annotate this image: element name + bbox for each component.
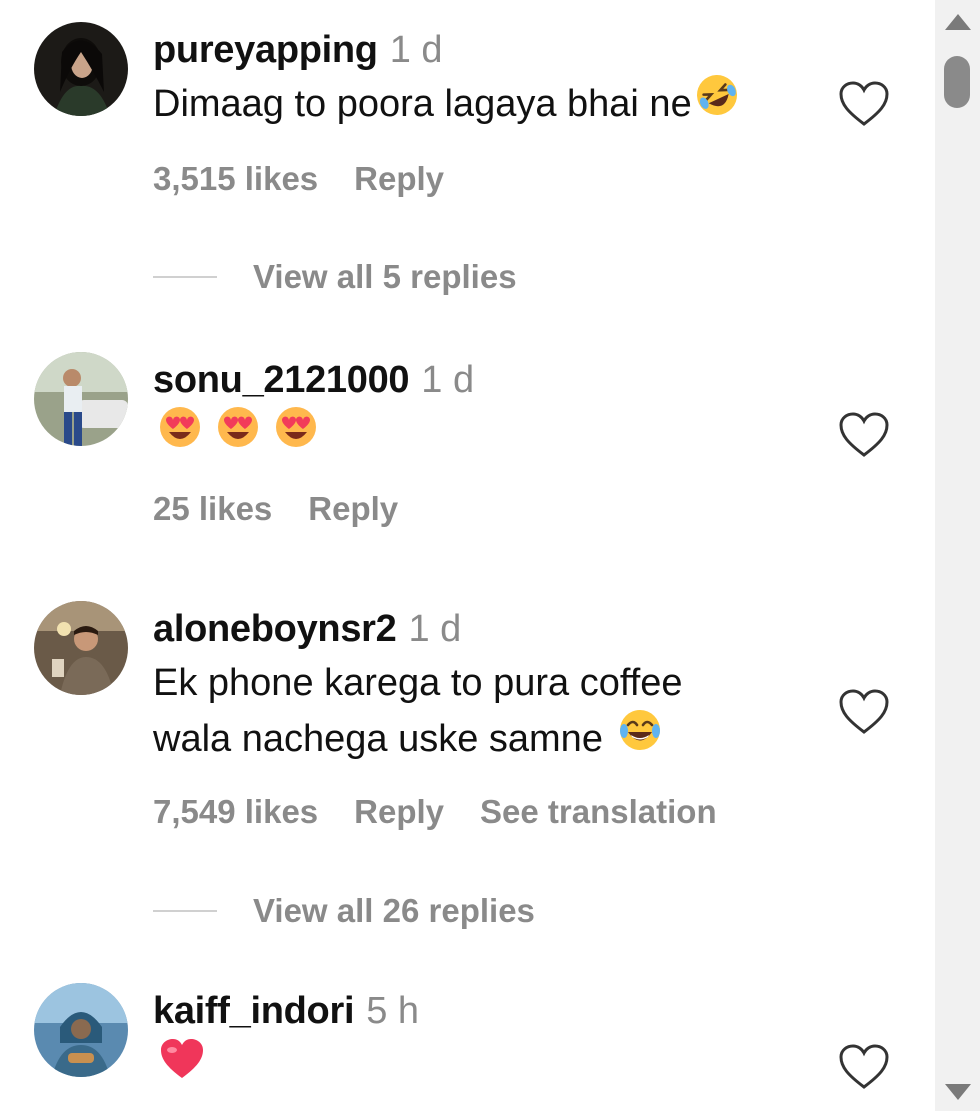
avatar[interactable]: [34, 352, 128, 446]
comment-emoji-row: [153, 1037, 205, 1096]
username[interactable]: sonu_2121000: [153, 359, 410, 401]
like-heart-icon[interactable]: [838, 80, 890, 128]
view-replies-label: View all 5 replies: [253, 258, 517, 295]
tears-of-joy-emoji-icon: [603, 709, 663, 769]
comment-text-line: Dimaag to poora lagaya bhai ne: [153, 83, 692, 125]
divider: [153, 276, 217, 278]
view-replies-button[interactable]: View all 5 replies: [153, 258, 517, 296]
avatar[interactable]: [34, 983, 128, 1077]
likes-count[interactable]: 3,515 likes: [153, 160, 318, 197]
reply-button[interactable]: Reply: [354, 793, 444, 830]
like-heart-icon[interactable]: [838, 411, 890, 459]
heart-eyes-emoji-icon: [153, 404, 203, 466]
timestamp[interactable]: 1 d: [421, 359, 474, 401]
comment-header: aloneboynsr2 1 d: [153, 605, 461, 661]
reply-button[interactable]: Reply: [308, 490, 398, 527]
comment-meta: 25 likes Reply: [153, 490, 434, 528]
reply-button[interactable]: Reply: [354, 160, 444, 197]
comment-meta: 7,549 likes Reply See translation: [153, 793, 753, 831]
timestamp[interactable]: 1 d: [390, 29, 443, 71]
username[interactable]: pureyapping: [153, 29, 378, 71]
username[interactable]: aloneboynsr2: [153, 608, 397, 650]
heart-eyes-emoji-icon: [261, 404, 319, 466]
scroll-down-arrow-icon[interactable]: [943, 1080, 973, 1104]
rolling-laughing-emoji-icon: [692, 74, 740, 134]
avatar[interactable]: [34, 601, 128, 695]
likes-count[interactable]: 7,549 likes: [153, 793, 318, 830]
scrollbar[interactable]: [935, 0, 980, 1111]
avatar[interactable]: [34, 22, 128, 116]
comments-list: pureyapping 1 d Dimaag to poora lagaya bh…: [0, 0, 935, 1111]
likes-count[interactable]: 25 likes: [153, 490, 272, 527]
like-heart-icon[interactable]: [838, 688, 890, 736]
red-heart-emoji-icon: [153, 1038, 205, 1096]
comment-header: kaiff_indori 5 h: [153, 987, 419, 1043]
see-translation-button[interactable]: See translation: [480, 793, 717, 830]
view-replies-button[interactable]: View all 26 replies: [153, 892, 535, 930]
scroll-up-arrow-icon[interactable]: [943, 10, 973, 34]
comment-text: wala nachega uske samne: [153, 709, 663, 769]
comment-emoji-row: [153, 404, 319, 466]
comment-header: pureyapping 1 d: [153, 26, 443, 82]
view-replies-label: View all 26 replies: [253, 892, 535, 929]
comment-meta: 3,515 likes Reply: [153, 160, 480, 198]
username[interactable]: kaiff_indori: [153, 990, 355, 1032]
divider: [153, 910, 217, 912]
timestamp[interactable]: 1 d: [408, 608, 461, 650]
comment-text-line: wala nachega uske samne: [153, 718, 603, 760]
scrollbar-thumb[interactable]: [944, 56, 970, 108]
timestamp[interactable]: 5 h: [366, 990, 419, 1032]
comment-text-line: Ek phone karega to pura coffee: [153, 662, 683, 704]
heart-eyes-emoji-icon: [203, 404, 261, 466]
comment-text: Dimaag to poora lagaya bhai ne: [153, 74, 740, 134]
like-heart-icon[interactable]: [838, 1043, 890, 1091]
